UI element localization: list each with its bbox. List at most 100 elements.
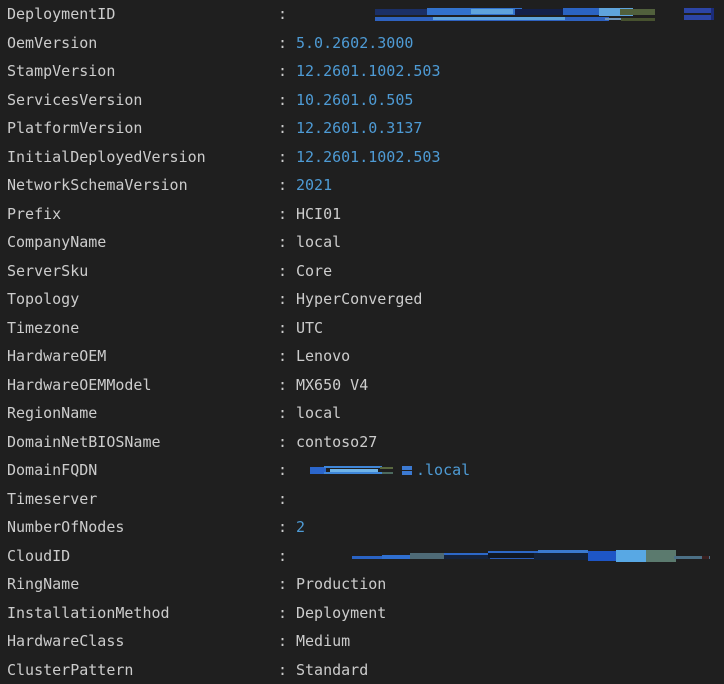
property-value: 5.0.2602.3000 bbox=[296, 34, 413, 52]
property-row-deploymentid: DeploymentID : bbox=[0, 0, 724, 29]
property-row-serversku: ServerSku : Core bbox=[0, 257, 724, 286]
redaction-scribble bbox=[310, 464, 394, 476]
property-value: 2021 bbox=[296, 176, 332, 194]
separator: : bbox=[278, 233, 296, 251]
separator: : bbox=[278, 205, 296, 223]
property-name: Prefix bbox=[7, 205, 278, 223]
property-row-servicesversion: ServicesVersion : 10.2601.0.505 bbox=[0, 86, 724, 115]
property-name: Timezone bbox=[7, 319, 278, 337]
property-name: DeploymentID bbox=[7, 5, 278, 23]
separator: : bbox=[278, 461, 296, 479]
property-name: Timeserver bbox=[7, 490, 278, 508]
property-value: 2 bbox=[296, 518, 305, 536]
property-value: MX650 V4 bbox=[296, 376, 368, 394]
property-name: DomainFQDN bbox=[7, 461, 278, 479]
property-name: ClusterPattern bbox=[7, 661, 278, 679]
property-name: OemVersion bbox=[7, 34, 278, 52]
property-name: DomainNetBIOSName bbox=[7, 433, 278, 451]
property-name: InitialDeployedVersion bbox=[7, 148, 278, 166]
property-row-oemversion: OemVersion : 5.0.2602.3000 bbox=[0, 29, 724, 58]
property-name: RegionName bbox=[7, 404, 278, 422]
property-value-redacted bbox=[296, 6, 714, 22]
terminal-output[interactable]: DeploymentID : OemVer bbox=[0, 0, 724, 684]
property-name: HardwareOEM bbox=[7, 347, 278, 365]
property-value: contoso27 bbox=[296, 433, 377, 451]
separator: : bbox=[278, 632, 296, 650]
property-row-timezone: Timezone : UTC bbox=[0, 314, 724, 343]
separator: : bbox=[278, 262, 296, 280]
property-value: local bbox=[296, 404, 341, 422]
property-row-topology: Topology : HyperConverged bbox=[0, 285, 724, 314]
property-value-redacted bbox=[296, 548, 710, 564]
separator: : bbox=[278, 290, 296, 308]
redaction-scribble bbox=[375, 6, 655, 22]
property-name: ServicesVersion bbox=[7, 91, 278, 109]
property-value: Core bbox=[296, 262, 332, 280]
property-name: RingName bbox=[7, 575, 278, 593]
separator: : bbox=[278, 547, 296, 565]
property-row-domainnetbiosname: DomainNetBIOSName : contoso27 bbox=[0, 428, 724, 457]
separator: : bbox=[278, 34, 296, 52]
property-row-initialdeployedversion: InitialDeployedVersion : 12.2601.1002.50… bbox=[0, 143, 724, 172]
property-name: PlatformVersion bbox=[7, 119, 278, 137]
property-value: UTC bbox=[296, 319, 323, 337]
property-value-partially-redacted: .local bbox=[296, 461, 470, 479]
property-value: 10.2601.0.505 bbox=[296, 91, 413, 109]
property-name: InstallationMethod bbox=[7, 604, 278, 622]
separator: : bbox=[278, 518, 296, 536]
property-value: Lenovo bbox=[296, 347, 350, 365]
separator: : bbox=[278, 319, 296, 337]
separator: : bbox=[278, 376, 296, 394]
property-value: Deployment bbox=[296, 604, 386, 622]
property-row-networkschemaversion: NetworkSchemaVersion : 2021 bbox=[0, 171, 724, 200]
property-row-hardwareoemmodel: HardwareOEMModel : MX650 V4 bbox=[0, 371, 724, 400]
property-row-platformversion: PlatformVersion : 12.2601.0.3137 bbox=[0, 114, 724, 143]
property-value: Production bbox=[296, 575, 386, 593]
separator: : bbox=[278, 119, 296, 137]
separator: : bbox=[278, 575, 296, 593]
property-name: Topology bbox=[7, 290, 278, 308]
separator: : bbox=[278, 91, 296, 109]
separator: : bbox=[278, 62, 296, 80]
property-value: 12.2601.1002.503 bbox=[296, 148, 441, 166]
property-name: HardwareOEMModel bbox=[7, 376, 278, 394]
separator: : bbox=[278, 404, 296, 422]
property-name: HardwareClass bbox=[7, 632, 278, 650]
property-row-regionname: RegionName : local bbox=[0, 399, 724, 428]
property-name: CompanyName bbox=[7, 233, 278, 251]
separator: : bbox=[278, 661, 296, 679]
property-name: StampVersion bbox=[7, 62, 278, 80]
property-name: NetworkSchemaVersion bbox=[7, 176, 278, 194]
property-name: NumberOfNodes bbox=[7, 518, 278, 536]
property-name: ServerSku bbox=[7, 262, 278, 280]
property-row-clusterpattern: ClusterPattern : Standard bbox=[0, 656, 724, 684]
separator: : bbox=[278, 148, 296, 166]
property-name: CloudID bbox=[7, 547, 278, 565]
property-value: 12.2601.1002.503 bbox=[296, 62, 441, 80]
property-row-timeserver: Timeserver : bbox=[0, 485, 724, 514]
separator: : bbox=[278, 490, 296, 508]
property-row-domainfqdn: DomainFQDN : .local bbox=[0, 456, 724, 485]
property-value: HyperConverged bbox=[296, 290, 422, 308]
property-value: Standard bbox=[296, 661, 368, 679]
property-value: local bbox=[296, 233, 341, 251]
property-row-stampversion: StampVersion : 12.2601.1002.503 bbox=[0, 57, 724, 86]
property-row-installationmethod: InstallationMethod : Deployment bbox=[0, 599, 724, 628]
separator: : bbox=[278, 604, 296, 622]
property-value: 12.2601.0.3137 bbox=[296, 119, 422, 137]
redaction-scribble bbox=[352, 548, 710, 564]
property-row-cloudid: CloudID : bbox=[0, 542, 724, 571]
property-value: Medium bbox=[296, 632, 350, 650]
property-row-ringname: RingName : Production bbox=[0, 570, 724, 599]
property-row-companyname: CompanyName : local bbox=[0, 228, 724, 257]
property-row-numberofnodes: NumberOfNodes : 2 bbox=[0, 513, 724, 542]
redaction-block bbox=[402, 466, 412, 475]
property-row-hardwareclass: HardwareClass : Medium bbox=[0, 627, 724, 656]
redaction-block bbox=[684, 7, 714, 21]
separator: : bbox=[278, 433, 296, 451]
separator: : bbox=[278, 5, 296, 23]
property-value: HCI01 bbox=[296, 205, 341, 223]
property-value: .local bbox=[416, 461, 470, 479]
separator: : bbox=[278, 176, 296, 194]
property-row-hardwareoem: HardwareOEM : Lenovo bbox=[0, 342, 724, 371]
